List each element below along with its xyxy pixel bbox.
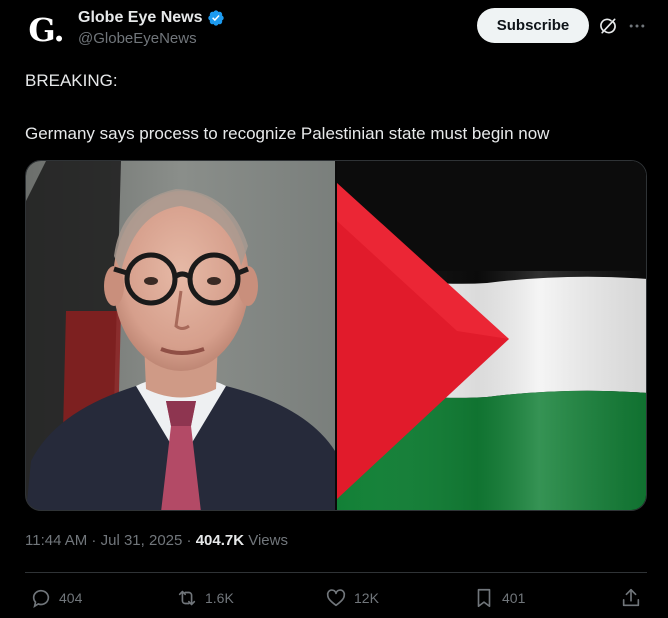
- portrait-photo[interactable]: [26, 161, 335, 511]
- reply-count: 404: [59, 590, 83, 606]
- subscribe-button[interactable]: Subscribe: [477, 8, 589, 43]
- author-info: Globe Eye News @GlobeEyeNews: [78, 9, 225, 47]
- bookmark-button[interactable]: 401: [473, 586, 525, 610]
- repost-icon: [178, 590, 196, 606]
- views-count: 404.7K: [195, 532, 245, 549]
- avatar-logo: G.: [28, 11, 64, 49]
- repost-count: 1.6K: [205, 590, 234, 606]
- share-button[interactable]: [620, 586, 642, 610]
- reply-icon: [32, 589, 50, 608]
- repost-button[interactable]: 1.6K: [176, 586, 234, 610]
- bookmark-icon: [477, 588, 491, 608]
- name-row: Globe Eye News: [78, 9, 225, 27]
- post-container: G. Globe Eye News @GlobeEyeNews Subscrib…: [0, 0, 668, 618]
- reply-button[interactable]: 404: [30, 586, 82, 610]
- display-name[interactable]: Globe Eye News: [78, 9, 203, 27]
- handle[interactable]: @GlobeEyeNews: [78, 30, 225, 47]
- like-button[interactable]: 12K: [325, 586, 379, 610]
- palestinian-flag-image[interactable]: [337, 161, 647, 511]
- avatar[interactable]: G.: [24, 8, 68, 52]
- post-text-spacer: [25, 91, 645, 124]
- post-text-line: Germany says process to recognize Palest…: [25, 124, 550, 143]
- share-icon: [622, 588, 640, 607]
- grok-icon[interactable]: [598, 16, 618, 36]
- views-label: Views: [244, 532, 288, 549]
- heart-icon: [326, 589, 346, 607]
- like-count: 12K: [354, 590, 379, 606]
- post-meta: 11:44 AM · Jul 31, 2025 · 404.7K Views: [25, 532, 288, 549]
- post-text: BREAKING: Germany says process to recogn…: [25, 71, 645, 144]
- meta-separator: ·: [87, 532, 101, 549]
- verified-badge-icon: [207, 10, 224, 26]
- post-text-line: BREAKING:: [25, 71, 118, 90]
- divider: [25, 572, 647, 573]
- media-grid: [25, 160, 647, 511]
- more-icon[interactable]: [627, 16, 647, 36]
- post-time[interactable]: 11:44 AM: [25, 532, 87, 549]
- post-date[interactable]: Jul 31, 2025: [101, 532, 183, 549]
- bookmark-count: 401: [502, 590, 526, 606]
- meta-separator: ·: [182, 532, 196, 549]
